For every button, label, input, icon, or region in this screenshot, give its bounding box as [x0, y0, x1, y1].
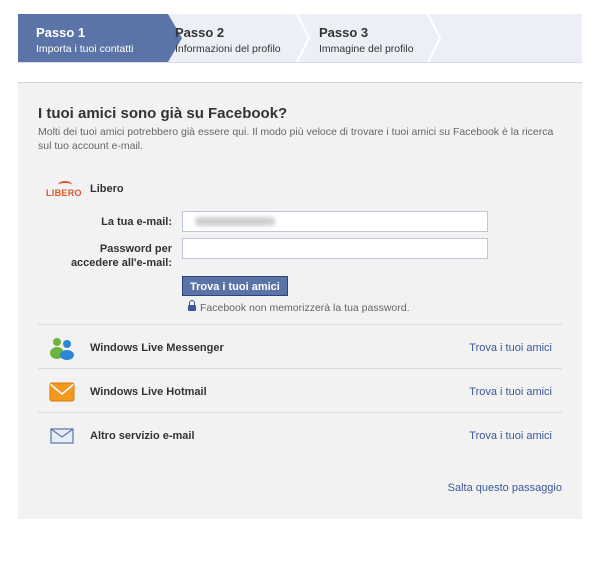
find-friends-link-messenger[interactable]: Trova i tuoi amici — [469, 342, 552, 354]
step-3-subtitle: Immagine del profilo — [319, 43, 414, 55]
divider — [38, 368, 562, 369]
password-label: Password per accedere all'e-mail: — [38, 242, 172, 270]
find-friends-panel: I tuoi amici sono già su Facebook? Molti… — [18, 82, 582, 519]
divider — [38, 412, 562, 413]
find-friends-link-other-email[interactable]: Trova i tuoi amici — [469, 430, 552, 442]
divider — [38, 324, 562, 325]
step-1-subtitle: Importa i tuoi contatti — [36, 43, 134, 55]
step-2-title: Passo 2 — [175, 25, 225, 40]
intro-text: Molti dei tuoi amici potrebbero già esse… — [38, 126, 554, 152]
signup-steps-bar: Passo 1 Importa i tuoi contatti Passo 2 … — [18, 14, 582, 63]
hotmail-icon — [49, 382, 75, 402]
step-2[interactable]: Passo 2 Informazioni del profilo — [175, 14, 306, 62]
service-name-hotmail: Windows Live Hotmail — [90, 386, 207, 398]
email-envelope-icon — [50, 428, 74, 444]
password-label-line2: accedere all'e-mail: — [70, 257, 172, 269]
step-2-subtitle: Informazioni del profilo — [175, 43, 281, 55]
service-name-messenger: Windows Live Messenger — [90, 342, 224, 354]
password-note-text: Facebook non memorizzerà la tua password… — [200, 302, 410, 314]
step-1-title: Passo 1 — [36, 25, 86, 40]
step-3[interactable]: Passo 3 Immagine del profilo — [319, 14, 451, 62]
password-label-line1: Password per — [99, 243, 172, 255]
lock-icon — [188, 300, 196, 311]
libero-logo: LIBERO — [46, 181, 82, 199]
skip-step-link[interactable]: Salta questo passaggio — [448, 482, 562, 494]
find-friends-button[interactable]: Trova i tuoi amici — [182, 276, 288, 296]
step-3-title: Passo 3 — [319, 25, 369, 40]
libero-logo-text: LIBERO — [46, 188, 82, 198]
step-1[interactable]: Passo 1 Importa i tuoi contatti — [18, 14, 168, 62]
email-label: La tua e-mail: — [101, 216, 172, 228]
page-title: I tuoi amici sono già su Facebook? — [38, 105, 288, 122]
service-name-other-email: Altro servizio e-mail — [90, 430, 195, 442]
libero-service-name: Libero — [90, 183, 124, 195]
blurred-email-value — [195, 217, 275, 226]
find-friends-link-hotmail[interactable]: Trova i tuoi amici — [469, 386, 552, 398]
password-field[interactable] — [182, 238, 488, 259]
messenger-icon — [50, 338, 74, 360]
password-note: Facebook non memorizzerà la tua password… — [188, 300, 410, 314]
email-field[interactable] — [182, 211, 488, 232]
